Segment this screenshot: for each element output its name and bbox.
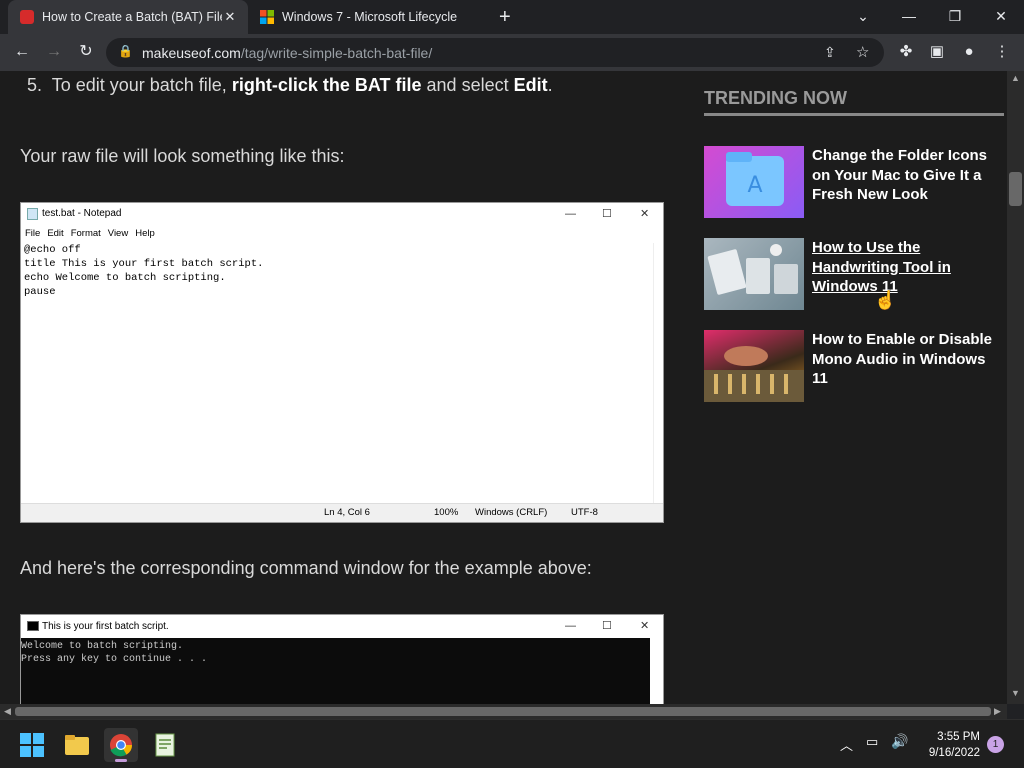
close-window-icon[interactable]: ✕ <box>991 8 1011 25</box>
trending-card[interactable]: A Change the Folder Icons on Your Mac to… <box>704 146 1004 218</box>
scroll-right-icon[interactable]: ▶ <box>994 706 1001 717</box>
reload-icon[interactable]: ↻ <box>77 43 95 61</box>
browser-toolbar: ← → ↻ 🔒 makeuseof.com/tag/write-simple-b… <box>0 34 1024 71</box>
page-content: 5. To edit your batch file, right-click … <box>0 71 1007 704</box>
menu-icon[interactable]: ⋮ <box>993 43 1011 61</box>
cmd-title: This is your first batch script. — ☐ ✕ <box>21 615 663 638</box>
menu-help: Help <box>135 228 155 239</box>
menu-edit: Edit <box>47 228 64 239</box>
trending-title[interactable]: How to Enable or Disable Mono Audio in W… <box>812 330 1002 389</box>
status-zoom: 100% <box>434 507 459 518</box>
bookmark-star-icon[interactable]: ☆ <box>856 43 869 61</box>
notepad-statusbar: Ln 4, Col 6 100% Windows (CRLF) UTF-8 <box>21 503 663 522</box>
taskbar: ︿ ▭ 🔊 3:55 PM 9/16/2022 1 <box>0 719 1024 768</box>
scroll-thumb[interactable] <box>1009 172 1022 206</box>
muo-icon <box>20 10 34 24</box>
scroll-up-icon[interactable]: ▲ <box>1011 73 1020 83</box>
chevron-up-icon[interactable]: ︿ <box>840 735 853 754</box>
forward-icon[interactable]: → <box>45 43 63 61</box>
extensions-icon[interactable]: ✤ <box>897 43 915 61</box>
cmd-icon <box>27 621 39 631</box>
trending-title[interactable]: How to Use the Handwriting Tool in Windo… <box>812 238 1002 297</box>
mono-audio-thumbnail[interactable] <box>704 330 804 402</box>
trending-card[interactable]: How to Enable or Disable Mono Audio in W… <box>704 330 1004 402</box>
close-icon: ✕ <box>640 620 650 632</box>
profile-icon[interactable]: ● <box>960 43 978 61</box>
restore-icon[interactable]: ❐ <box>945 8 965 25</box>
side-panel-icon[interactable]: ▣ <box>928 43 946 61</box>
tab-title: How to Create a Batch (BAT) File <box>42 10 222 24</box>
step-5-text: 5. To edit your batch file, right-click … <box>27 75 553 95</box>
notepad-screenshot: test.bat - Notepad — ☐ ✕ File Edit Forma… <box>20 202 664 523</box>
close-icon: ✕ <box>640 208 650 220</box>
cmd-screenshot: This is your first batch script. — ☐ ✕ W… <box>20 614 664 704</box>
minimize-icon: — <box>565 208 576 220</box>
menu-format: Format <box>70 228 101 239</box>
hscroll-thumb[interactable] <box>15 707 991 716</box>
notepad-menu: File Edit Format View Help <box>21 225 663 243</box>
notepad-text: @echo off title This is your first batch … <box>24 244 264 298</box>
tab-strip: How to Create a Batch (BAT) File ✕ Windo… <box>0 0 1024 34</box>
tab-title: Windows 7 - Microsoft Lifecycle <box>282 10 458 24</box>
notepad-scrollbar <box>653 243 663 504</box>
notepad-title: test.bat - Notepad — ☐ ✕ <box>21 203 663 225</box>
tab-inactive[interactable]: Windows 7 - Microsoft Lifecycle <box>250 0 490 34</box>
url-path: /tag/write-simple-batch-bat-file/ <box>240 45 433 61</box>
minimize-icon[interactable]: — <box>899 8 919 24</box>
scroll-left-icon[interactable]: ◀ <box>4 706 11 717</box>
clock[interactable]: 3:55 PM 9/16/2022 <box>910 729 980 761</box>
folder-icon-thumbnail[interactable]: A <box>704 146 804 218</box>
status-encoding: UTF-8 <box>571 507 598 518</box>
volume-icon[interactable]: 🔊 <box>891 733 908 750</box>
status-eol: Windows (CRLF) <box>475 507 548 518</box>
trending-heading: TRENDING NOW <box>704 88 847 108</box>
status-position: Ln 4, Col 6 <box>324 507 370 518</box>
paragraph-cmd: And here's the corresponding command win… <box>20 558 592 578</box>
notepad-icon <box>27 208 38 220</box>
hand-cursor-icon: ☝ <box>874 290 897 310</box>
lock-icon[interactable]: 🔒 <box>118 44 133 58</box>
chrome-icon[interactable] <box>104 728 138 762</box>
minimize-icon: — <box>565 620 576 632</box>
url-host: makeuseof.com <box>142 45 241 61</box>
date: 9/16/2022 <box>928 747 980 759</box>
trending-title[interactable]: Change the Folder Icons on Your Mac to G… <box>812 146 1002 205</box>
menu-file: File <box>25 228 41 239</box>
handwriting-thumbnail[interactable] <box>704 238 804 310</box>
menu-view: View <box>107 228 129 239</box>
horizontal-scrollbar[interactable]: ◀ ▶ <box>0 704 1007 719</box>
cmd-output: Welcome to batch scripting. Press any key… <box>21 638 650 704</box>
file-explorer-icon[interactable] <box>60 728 94 762</box>
tab-search-icon[interactable]: ⌄ <box>853 8 873 25</box>
time: 3:55 PM <box>937 731 980 743</box>
notification-badge[interactable]: 1 <box>987 736 1004 753</box>
close-tab-icon[interactable]: ✕ <box>222 9 238 25</box>
share-icon[interactable]: ⇪ <box>824 44 836 61</box>
microsoft-icon <box>260 10 274 24</box>
trending-card[interactable]: How to Use the Handwriting Tool in Windo… <box>704 238 1004 310</box>
scroll-down-icon[interactable]: ▼ <box>1011 688 1020 698</box>
new-tab-icon[interactable]: + <box>499 7 511 27</box>
heading-divider <box>704 113 1004 116</box>
windows-start-icon[interactable] <box>15 728 49 762</box>
back-icon[interactable]: ← <box>13 43 31 61</box>
vertical-scrollbar[interactable]: ▲ ▼ <box>1007 71 1024 704</box>
address-bar[interactable]: 🔒 makeuseof.com/tag/write-simple-batch-b… <box>106 38 884 67</box>
maximize-icon: ☐ <box>602 208 612 220</box>
svg-text:A: A <box>747 173 762 198</box>
network-icon[interactable]: ▭ <box>866 734 878 750</box>
notepad-app-icon[interactable] <box>148 728 182 762</box>
maximize-icon: ☐ <box>602 620 612 632</box>
paragraph-raw-file: Your raw file will look something like t… <box>20 146 345 166</box>
tab-active[interactable]: How to Create a Batch (BAT) File ✕ <box>8 0 248 34</box>
